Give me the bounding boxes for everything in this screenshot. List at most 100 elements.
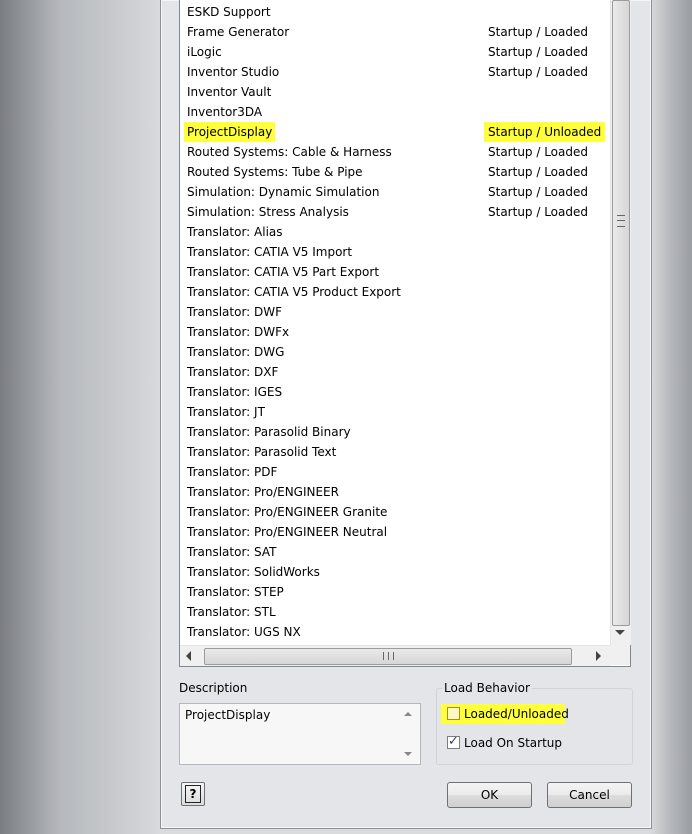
addin-load-status: Startup / Loaded — [488, 45, 588, 59]
addin-name: Translator: DWG — [187, 345, 285, 359]
horizontal-scrollbar[interactable] — [180, 645, 610, 666]
addin-name: Translator: IGES — [187, 385, 283, 399]
addin-name: Inventor Vault — [187, 85, 272, 99]
addin-load-status: Startup / Loaded — [488, 205, 588, 219]
addin-name: Translator: JT — [187, 405, 265, 419]
scrollbar-corner — [610, 645, 630, 665]
addin-row[interactable]: Simulation: Stress Analysis Startup / Loa… — [180, 202, 610, 222]
load-behavior-title: Load Behavior — [442, 681, 532, 695]
loaded-unloaded-checkbox[interactable] — [447, 707, 460, 720]
addin-name: ESKD Support — [187, 5, 271, 19]
addin-row[interactable]: Inventor3DA — [180, 102, 610, 122]
addin-name: Translator: Parasolid Binary — [187, 425, 351, 439]
addin-row[interactable]: Frame Generator Startup / Loaded — [180, 22, 610, 42]
addin-name: iLogic — [187, 45, 222, 59]
description-text: ProjectDisplay — [185, 708, 271, 722]
addin-row[interactable]: Translator: PDF — [180, 462, 610, 482]
addin-name: Translator: STEP — [187, 585, 284, 599]
addin-row[interactable]: Translator: SolidWorks — [180, 562, 610, 582]
grip-icon — [383, 652, 394, 660]
addin-name: Translator: STL — [187, 605, 276, 619]
addin-row[interactable]: Translator: CATIA V5 Part Export — [180, 262, 610, 282]
addin-name: Inventor3DA — [187, 105, 263, 119]
addin-name: Translator: CATIA V5 Import — [187, 245, 353, 259]
addin-name: Translator: PDF — [187, 465, 278, 479]
grip-icon — [617, 215, 625, 227]
cancel-button[interactable]: Cancel — [547, 782, 632, 808]
addin-row[interactable]: Translator: STEP — [180, 582, 610, 602]
addin-name: Translator: CATIA V5 Product Export — [187, 285, 401, 299]
scroll-down-arrow-icon[interactable] — [615, 630, 625, 635]
addin-row[interactable]: Translator: Pro/ENGINEER Granite — [180, 502, 610, 522]
addin-row[interactable]: Translator: UGS NX — [180, 622, 610, 642]
addin-name: Simulation: Stress Analysis — [187, 205, 349, 219]
addin-name: Inventor Studio — [187, 65, 280, 79]
addin-name: Translator: SAT — [187, 545, 277, 559]
addin-row[interactable]: Routed Systems: Tube & Pipe Startup / Loa… — [180, 162, 610, 182]
addin-load-status: Startup / Loaded — [488, 185, 588, 199]
addin-name: Translator: CATIA V5 Part Export — [187, 265, 380, 279]
addin-row[interactable]: Routed Systems: Cable & Harness Startup /… — [180, 142, 610, 162]
addin-list[interactable]: ESKD Support Frame Generator Startup / Loa… — [179, 0, 631, 667]
addin-row[interactable]: Translator: CATIA V5 Product Export — [180, 282, 610, 302]
scroll-down-arrow-icon[interactable] — [404, 752, 412, 756]
scroll-left-arrow-icon[interactable] — [186, 651, 191, 661]
addin-load-status: Startup / Loaded — [488, 165, 588, 179]
addin-name: Translator: Pro/ENGINEER — [187, 485, 339, 499]
addin-row[interactable]: Translator: CATIA V5 Import — [180, 242, 610, 262]
addin-row[interactable]: Inventor Vault — [180, 82, 610, 102]
addin-load-status: Startup / Loaded — [488, 65, 588, 79]
vertical-scroll-thumb[interactable] — [612, 0, 630, 626]
addin-name: Translator: DXF — [187, 365, 279, 379]
addin-name: Translator: Pro/ENGINEER Granite — [187, 505, 388, 519]
load-behavior-group — [436, 688, 633, 765]
addin-name: Translator: DWF — [187, 305, 283, 319]
addin-load-status: Startup / Unloaded — [484, 122, 606, 142]
addin-row[interactable]: ProjectDisplay Startup / Unloaded — [180, 122, 610, 142]
load-on-startup-label: Load On Startup — [464, 736, 563, 750]
addin-row[interactable]: Translator: Alias — [180, 222, 610, 242]
addin-name: Translator: DWFx — [187, 325, 290, 339]
addin-name: Translator: SolidWorks — [187, 565, 320, 579]
addin-name: Translator: UGS NX — [187, 625, 301, 639]
addin-name: Frame Generator — [187, 25, 290, 39]
loaded-unloaded-label: Loaded/Unloaded — [464, 707, 569, 721]
addin-row[interactable]: Translator: JT — [180, 402, 610, 422]
addin-row[interactable]: Translator: DWFx — [180, 322, 610, 342]
addin-row[interactable]: Translator: Pro/ENGINEER — [180, 482, 610, 502]
addin-row[interactable]: Simulation: Dynamic Simulation Startup / … — [180, 182, 610, 202]
scroll-right-arrow-icon[interactable] — [596, 651, 601, 661]
addin-row[interactable]: Translator: Parasolid Binary — [180, 422, 610, 442]
addin-name: Routed Systems: Cable & Harness — [187, 145, 392, 159]
scroll-up-arrow-icon[interactable] — [404, 712, 412, 716]
loaded-unloaded-option[interactable]: Loaded/Unloaded — [441, 704, 569, 724]
addin-load-status: Startup / Loaded — [488, 25, 588, 39]
addin-row[interactable]: Translator: DWG — [180, 342, 610, 362]
addin-name: Translator: Alias — [187, 225, 283, 239]
addin-name: Routed Systems: Tube & Pipe — [187, 165, 363, 179]
addin-row[interactable]: Translator: SAT — [180, 542, 610, 562]
help-button[interactable]: ? — [181, 782, 205, 806]
addin-name: ProjectDisplay — [184, 122, 276, 142]
description-textbox[interactable]: ProjectDisplay — [179, 703, 421, 765]
addin-row[interactable]: Translator: STL — [180, 602, 610, 622]
vertical-scrollbar[interactable] — [610, 0, 631, 645]
help-icon: ? — [185, 785, 201, 803]
description-label: Description — [179, 681, 248, 695]
addin-row[interactable]: Translator: Pro/ENGINEER Neutral — [180, 522, 610, 542]
addin-name: Simulation: Dynamic Simulation — [187, 185, 380, 199]
addin-row[interactable]: Translator: DWF — [180, 302, 610, 322]
addin-row[interactable]: ESKD Support — [180, 2, 610, 22]
load-on-startup-checkbox[interactable] — [447, 733, 460, 751]
addin-row[interactable]: Inventor Studio Startup / Loaded — [180, 62, 610, 82]
addin-load-status: Startup / Loaded — [488, 145, 588, 159]
addin-row[interactable]: Translator: Parasolid Text — [180, 442, 610, 462]
addin-row[interactable]: Translator: IGES — [180, 382, 610, 402]
load-on-startup-option[interactable]: Load On Startup — [447, 733, 587, 752]
addin-row[interactable]: iLogic Startup / Loaded — [180, 42, 610, 62]
addin-name: Translator: Parasolid Text — [187, 445, 337, 459]
horizontal-scroll-thumb[interactable] — [204, 648, 572, 665]
ok-button[interactable]: OK — [447, 782, 532, 808]
addin-row[interactable]: Translator: DXF — [180, 362, 610, 382]
addin-name: Translator: Pro/ENGINEER Neutral — [187, 525, 388, 539]
